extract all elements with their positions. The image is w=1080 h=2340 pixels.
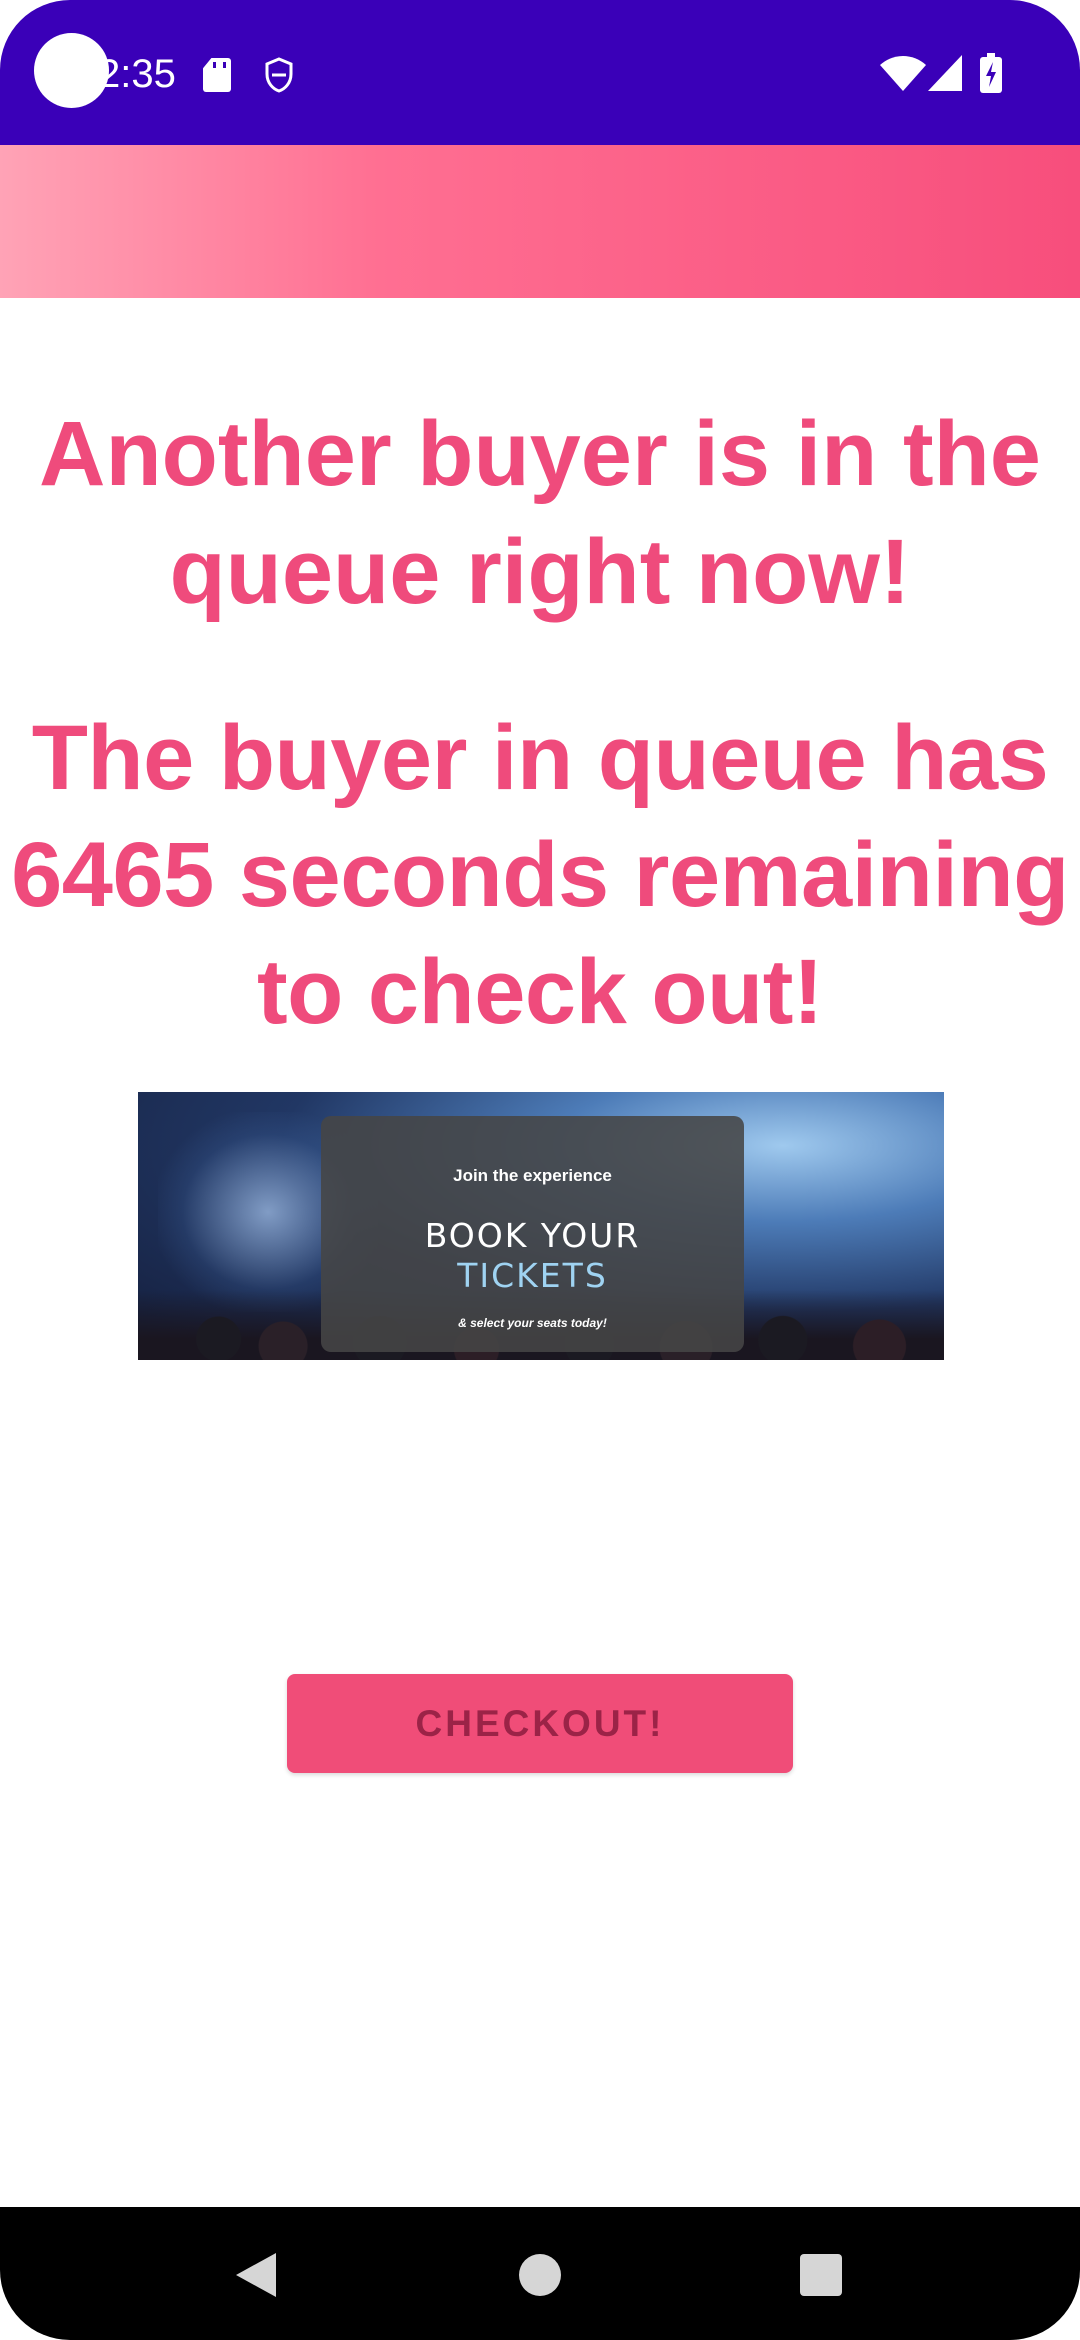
signal-icon [928, 55, 962, 91]
battery-icon [980, 53, 1002, 93]
banner-tagline: Join the experience [453, 1166, 612, 1185]
phone-screen: 2:35 Another buyer is in the queue right… [0, 0, 1080, 2340]
countdown-message: The buyer in queue has 6465 seconds rema… [11, 707, 1069, 1043]
ticket-banner-image: Join the experience BOOK YOUR TICKETS & … [138, 1092, 944, 1360]
app-header-band [0, 145, 1080, 298]
banner-panel: Join the experience BOOK YOUR TICKETS & … [321, 1116, 744, 1352]
shield-icon [265, 57, 293, 93]
recents-icon[interactable] [800, 2254, 842, 2296]
back-icon[interactable] [236, 2253, 276, 2297]
camera-cutout [34, 33, 109, 108]
wifi-icon [880, 56, 926, 91]
sd-card-icon [203, 58, 231, 92]
home-icon[interactable] [519, 2254, 561, 2296]
banner-title-line-2: TICKETS [457, 1256, 608, 1295]
navigation-bar [0, 2207, 1080, 2340]
banner-subtext: & select your seats today! [458, 1316, 607, 1330]
status-bar: 2:35 [0, 0, 1080, 145]
queue-headline: Another buyer is in the queue right now! [39, 403, 1041, 623]
banner-title-line-1: BOOK YOUR [424, 1216, 641, 1255]
checkout-button[interactable]: CHECKOUT! [287, 1674, 793, 1773]
status-clock: 2:35 [98, 52, 176, 96]
